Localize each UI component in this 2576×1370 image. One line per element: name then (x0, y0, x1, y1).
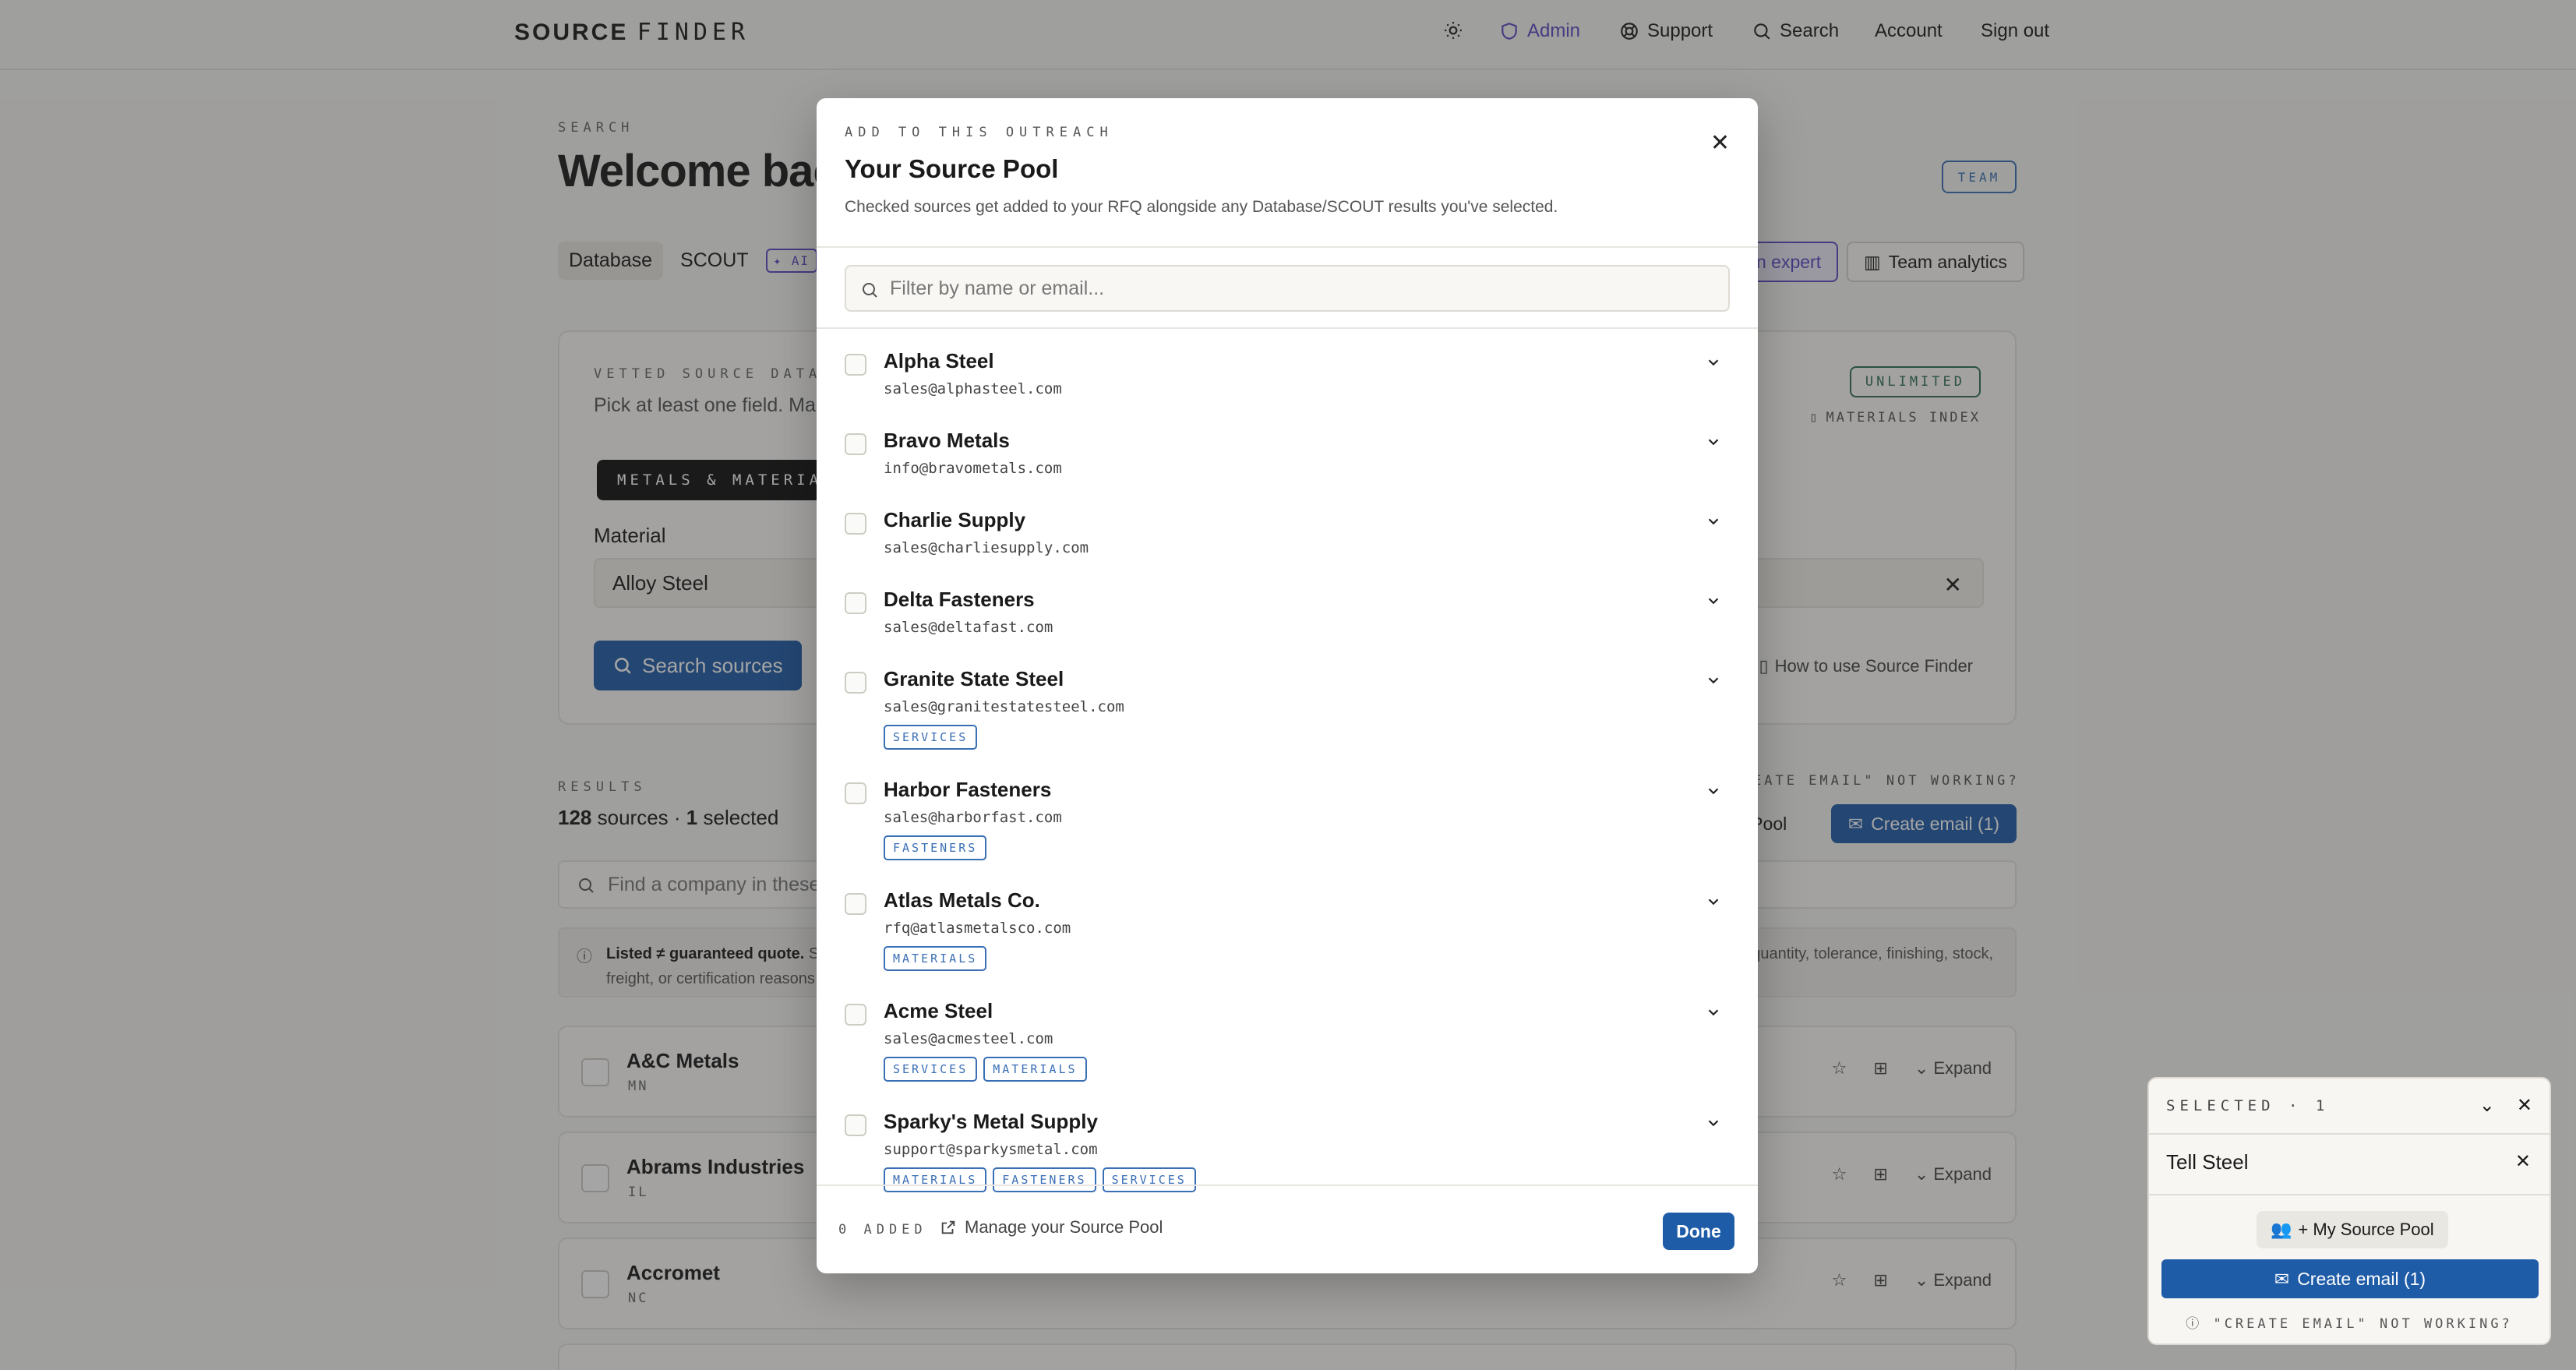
source-name: Sparky's Metal Supply (884, 1110, 1098, 1133)
chevron-down-icon[interactable] (1705, 893, 1722, 914)
modal-title: Your Source Pool (845, 154, 1059, 183)
source-checkbox[interactable] (845, 893, 866, 915)
source-tag: FASTENERS (993, 1167, 1096, 1192)
source-tag: SERVICES (1102, 1167, 1196, 1192)
source-tag: MATERIALS (983, 1057, 1087, 1082)
source-checkbox[interactable] (845, 1004, 866, 1026)
source-email: sales@granitestatesteel.com (884, 698, 1124, 715)
filter-input[interactable]: Filter by name or email... (845, 265, 1730, 312)
source-name: Bravo Metals (884, 429, 1010, 452)
source-name: Acme Steel (884, 999, 993, 1022)
chevron-down-icon[interactable]: ⌄ (2479, 1094, 2495, 1117)
search-icon (863, 283, 877, 298)
source-email: rfq@atlasmetalsco.com (884, 920, 1071, 937)
source-email: sales@acmesteel.com (884, 1030, 1053, 1047)
close-icon[interactable]: ✕ (1710, 129, 1730, 157)
source-tag: SERVICES (884, 725, 978, 750)
mail-icon: ✉ (2274, 1268, 2290, 1289)
source-checkbox[interactable] (845, 1114, 866, 1136)
source-checkbox[interactable] (845, 592, 866, 614)
source-email: support@sparkysmetal.com (884, 1141, 1098, 1158)
modal-description: Checked sources get added to your RFQ al… (845, 198, 1558, 216)
source-name: Alpha Steel (884, 349, 994, 373)
source-name: Atlas Metals Co. (884, 888, 1040, 912)
chevron-down-icon[interactable] (1705, 1114, 1722, 1135)
my-source-pool-button[interactable]: 👥 + My Source Pool (2257, 1211, 2448, 1248)
source-checkbox[interactable] (845, 513, 866, 535)
tray-header: SELECTED · 1 (2166, 1097, 2330, 1114)
source-pool-modal: ADD TO THIS OUTREACH Your Source Pool Ch… (817, 98, 1758, 1273)
chevron-down-icon[interactable] (1705, 354, 1722, 375)
done-button[interactable]: Done (1663, 1213, 1734, 1250)
source-tag: FASTENERS (884, 835, 987, 860)
external-link-icon (941, 1220, 955, 1234)
chevron-down-icon[interactable] (1705, 672, 1722, 693)
source-email: sales@alphasteel.com (884, 380, 1062, 397)
users-icon: 👥 (2271, 1220, 2292, 1239)
source-checkbox[interactable] (845, 672, 866, 694)
chevron-down-icon[interactable] (1705, 513, 1722, 534)
chevron-down-icon[interactable] (1705, 782, 1722, 803)
close-icon[interactable]: ✕ (2517, 1094, 2532, 1117)
chevron-down-icon[interactable] (1705, 592, 1722, 613)
tray-help-link[interactable]: ⓘ "CREATE EMAIL" NOT WORKING? (2149, 1312, 2550, 1332)
tray-selected-item: Tell Steel (2166, 1150, 2249, 1174)
modal-eyebrow: ADD TO THIS OUTREACH (845, 125, 1113, 140)
chevron-down-icon[interactable] (1705, 1004, 1722, 1025)
selected-tray: SELECTED · 1 ⌄ ✕ Tell Steel ✕ 👥 + My Sour… (2147, 1077, 2551, 1345)
source-email: sales@deltafast.com (884, 619, 1053, 636)
source-email: sales@harborfast.com (884, 809, 1062, 826)
source-email: sales@charliesupply.com (884, 539, 1089, 556)
chevron-down-icon[interactable] (1705, 433, 1722, 454)
source-tag: MATERIALS (884, 946, 987, 971)
source-name: Delta Fasteners (884, 588, 1035, 611)
manage-pool-link[interactable]: Manage your Source Pool (940, 1217, 1163, 1238)
source-name: Harbor Fasteners (884, 778, 1052, 801)
source-name: Charlie Supply (884, 508, 1026, 531)
remove-item-icon[interactable]: ✕ (2515, 1150, 2531, 1173)
source-list[interactable]: Alpha Steel sales@alphasteel.com Bravo Met… (817, 330, 1758, 1273)
source-checkbox[interactable] (845, 354, 866, 376)
source-checkbox[interactable] (845, 782, 866, 804)
tray-create-email-button[interactable]: ✉ Create email (1) (2161, 1259, 2539, 1298)
added-count: 0 ADDED (838, 1222, 927, 1238)
source-email: info@bravometals.com (884, 460, 1062, 477)
source-tag: SERVICES (884, 1057, 978, 1082)
source-name: Granite State Steel (884, 667, 1064, 690)
source-tag: MATERIALS (884, 1167, 987, 1192)
source-checkbox[interactable] (845, 433, 866, 455)
